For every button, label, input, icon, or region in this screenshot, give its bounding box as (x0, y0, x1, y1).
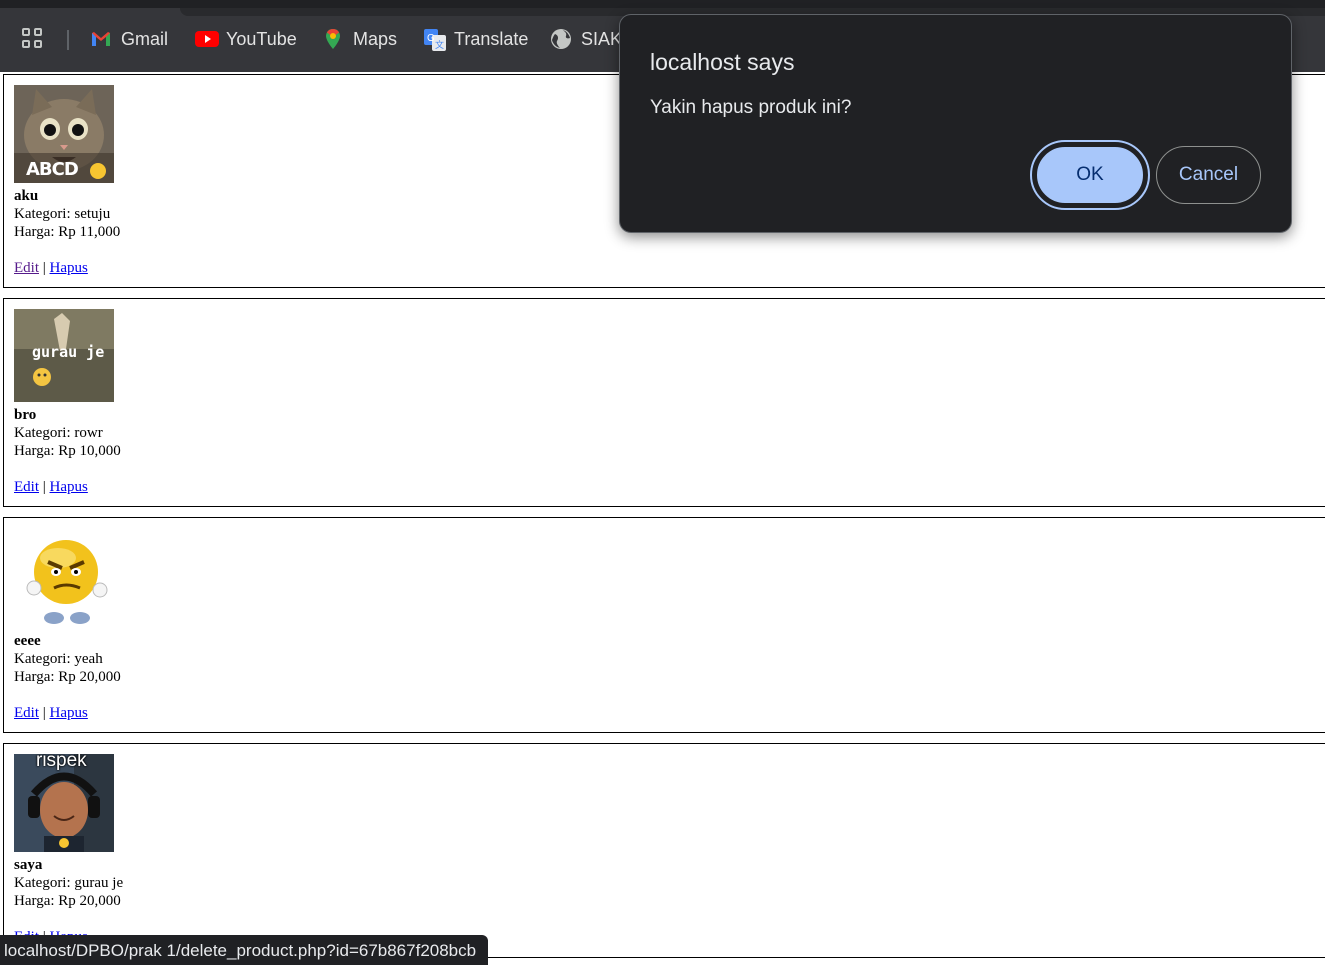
apps-grid-icon[interactable] (22, 28, 44, 50)
product-price: Harga: Rp 20,000 (14, 893, 121, 909)
edit-link[interactable]: Edit (14, 479, 39, 495)
cancel-button[interactable]: Cancel (1156, 146, 1261, 204)
product-image: ABCD (14, 85, 114, 183)
actions-separator: | (42, 260, 46, 276)
bookmark-translate[interactable]: G文 Translate (423, 25, 528, 53)
product-name: eeee (14, 633, 41, 649)
product-category: Kategori: gurau je (14, 875, 124, 891)
product-name: bro (14, 407, 37, 423)
edit-link[interactable]: Edit (14, 260, 39, 276)
product-image: rispek (14, 754, 114, 852)
bookmark-youtube[interactable]: YouTube (195, 25, 297, 53)
svg-text:G: G (427, 33, 435, 44)
product-name: saya (14, 857, 43, 873)
dialog-title: localhost says (650, 49, 795, 75)
product-card: gurau je pun bro Kategori: rowr Harga: R… (3, 298, 1325, 507)
bookmark-label: Translate (454, 28, 529, 49)
gmail-icon (90, 28, 112, 50)
product-image: gurau je pun (14, 309, 114, 402)
product-actions: Edit | Hapus (14, 704, 1322, 722)
product-price: Harga: Rp 20,000 (14, 669, 121, 685)
bookmark-gmail[interactable]: Gmail (90, 25, 168, 53)
maps-icon (322, 28, 344, 50)
product-actions: Edit | Hapus (14, 478, 1322, 496)
youtube-icon (195, 28, 219, 50)
globe-icon (550, 28, 572, 50)
bookmark-maps[interactable]: Maps (322, 25, 397, 53)
svg-text:文: 文 (435, 39, 444, 50)
image-caption: ABCD (26, 159, 79, 180)
bookmark-label: YouTube (226, 28, 297, 49)
link-status-bubble: localhost/DPBO/prak 1/delete_product.php… (0, 935, 489, 965)
image-caption: gurau je pun (32, 343, 114, 361)
edit-link[interactable]: Edit (14, 705, 39, 721)
image-caption: rispek (36, 754, 87, 771)
bookmark-label: SIAK (581, 28, 623, 49)
product-price: Harga: Rp 10,000 (14, 443, 121, 459)
bookmarks-separator (67, 30, 69, 50)
product-image (14, 528, 114, 628)
delete-link[interactable]: Hapus (50, 705, 88, 721)
product-category: Kategori: rowr (14, 425, 103, 441)
delete-link[interactable]: Hapus (50, 479, 88, 495)
dialog-message: Yakin hapus produk ini? (650, 97, 852, 118)
product-card: eeee Kategori: yeah Harga: Rp 20,000 Edi… (3, 517, 1325, 733)
product-actions: Edit | Hapus (14, 259, 1322, 277)
bookmark-label: Gmail (121, 28, 169, 49)
actions-separator: | (42, 705, 46, 721)
translate-icon: G文 (423, 28, 446, 51)
delete-link[interactable]: Hapus (50, 260, 88, 276)
ok-button[interactable]: OK (1030, 140, 1150, 210)
confirm-dialog: localhost says Yakin hapus produk ini? O… (619, 14, 1292, 233)
bookmark-siak[interactable]: SIAK (550, 25, 622, 53)
actions-separator: | (42, 479, 46, 495)
product-category: Kategori: yeah (14, 651, 103, 667)
bookmark-label: Maps (353, 28, 398, 49)
product-card: rispek saya Kategori: gurau je Harga: Rp… (3, 743, 1325, 958)
